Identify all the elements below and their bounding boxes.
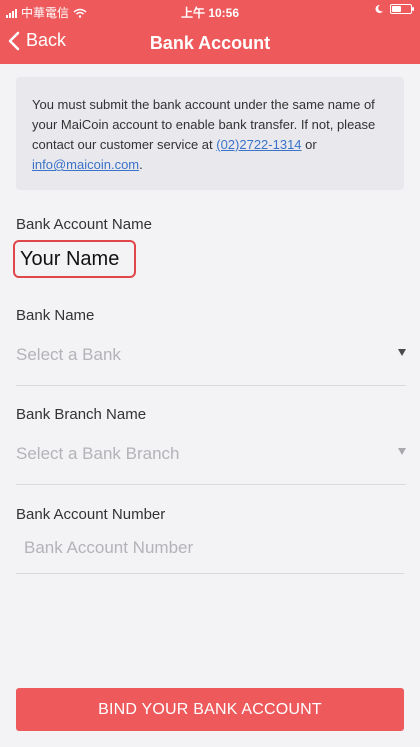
app-header: 中華電信 上午 10:56 Back Bank Account bbox=[0, 0, 420, 64]
branch-name-placeholder: Select a Bank Branch bbox=[16, 444, 180, 463]
branch-name-label: Bank Branch Name bbox=[16, 406, 147, 423]
dropdown-caret-icon bbox=[398, 448, 406, 455]
account-name-label: Bank Account Name bbox=[16, 216, 152, 233]
email-link[interactable]: info@maicoin.com bbox=[32, 157, 139, 172]
status-right bbox=[374, 4, 414, 14]
battery-icon bbox=[390, 4, 414, 14]
dropdown-caret-icon bbox=[398, 349, 406, 356]
bank-name-placeholder: Select a Bank bbox=[16, 345, 121, 364]
info-notice: You must submit the bank account under t… bbox=[16, 77, 404, 190]
account-number-label: Bank Account Number bbox=[16, 506, 166, 523]
bank-name-label: Bank Name bbox=[16, 307, 95, 324]
notice-separator: or bbox=[301, 137, 317, 152]
status-bar: 中華電信 上午 10:56 bbox=[0, 0, 420, 22]
moon-icon bbox=[375, 4, 383, 13]
status-time: 上午 10:56 bbox=[180, 6, 240, 20]
bank-name-select[interactable]: Select a Bank bbox=[16, 345, 406, 386]
notice-end: . bbox=[139, 157, 143, 172]
account-number-field bbox=[16, 531, 404, 574]
page-title: Bank Account bbox=[149, 33, 271, 53]
bind-bank-account-button[interactable]: BIND YOUR BANK ACCOUNT bbox=[16, 688, 404, 731]
account-number-input[interactable] bbox=[16, 531, 394, 565]
account-name-value: Your Name bbox=[13, 240, 136, 278]
nav-bar: Back Bank Account bbox=[0, 22, 420, 64]
branch-name-select[interactable]: Select a Bank Branch bbox=[16, 444, 406, 485]
notice-text: You must submit the bank account under t… bbox=[32, 97, 376, 152]
phone-link[interactable]: (02)2722-1314 bbox=[216, 137, 301, 152]
